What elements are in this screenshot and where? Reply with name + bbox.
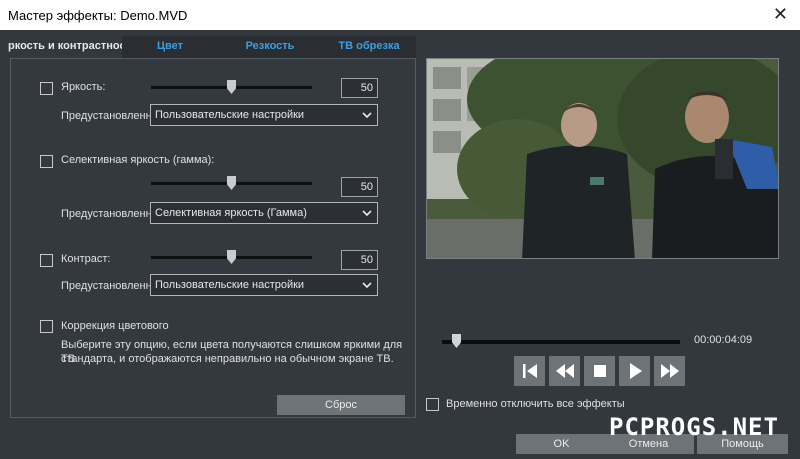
brightness-preset-label: Предустановленна xyxy=(61,110,158,122)
chevron-down-icon xyxy=(362,275,372,295)
color-correction-label: Коррекция цветового xyxy=(61,320,169,332)
brightness-slider[interactable] xyxy=(151,79,312,95)
slider-thumb[interactable] xyxy=(227,176,236,190)
dialog-body: ркость и контрастнос Цвет Резкость ТВ об… xyxy=(0,30,800,459)
brightness-label: Яркость: xyxy=(61,81,106,93)
timeline-thumb[interactable] xyxy=(452,334,461,348)
disable-effects-label: Временно отключить все эффекты xyxy=(446,398,625,410)
stop-button[interactable] xyxy=(584,356,615,386)
brightness-preset-select[interactable]: Пользовательские настройки xyxy=(150,104,378,126)
gamma-label: Селективная яркость (гамма): xyxy=(61,154,215,166)
contrast-value-field[interactable]: 50 xyxy=(341,250,378,270)
slider-thumb[interactable] xyxy=(227,250,236,264)
gamma-checkbox[interactable] xyxy=(40,155,53,168)
tab-strip: ркость и контрастнос Цвет Резкость ТВ об… xyxy=(0,36,416,58)
chevron-down-icon xyxy=(362,203,372,223)
stop-icon xyxy=(593,365,606,377)
fast-forward-icon xyxy=(660,364,679,378)
gamma-slider[interactable] xyxy=(151,175,312,191)
reset-button[interactable]: Сброс xyxy=(277,395,405,415)
title-bar: Мастер эффекты: Demo.MVD ✕ xyxy=(0,0,800,30)
contrast-checkbox[interactable] xyxy=(40,254,53,267)
gamma-preset-select[interactable]: Селективная яркость (Гамма) xyxy=(150,202,378,224)
contrast-preset-select[interactable]: Пользовательские настройки xyxy=(150,274,378,296)
watermark-text: PCPROGS.NET xyxy=(609,413,779,441)
timeline-track xyxy=(442,340,680,344)
play-icon xyxy=(629,363,642,379)
play-button[interactable] xyxy=(619,356,650,386)
color-correction-checkbox[interactable] xyxy=(40,320,53,333)
window-title: Мастер эффекты: Demo.MVD xyxy=(8,8,188,23)
slider-thumb[interactable] xyxy=(227,80,236,94)
contrast-preset-value: Пользовательские настройки xyxy=(155,279,305,291)
gamma-preset-label: Предустановленна xyxy=(61,208,158,220)
contrast-preset-label: Предустановленна xyxy=(61,280,158,292)
contrast-label: Контраст: xyxy=(61,253,111,265)
tab-sharpness[interactable]: Резкость xyxy=(218,36,322,58)
color-correction-description-2: стандарта, и отображаются неправильно на… xyxy=(61,353,394,365)
fast-forward-button[interactable] xyxy=(654,356,685,386)
video-frame-image xyxy=(427,59,778,258)
close-icon[interactable]: ✕ xyxy=(773,4,788,25)
rewind-button[interactable] xyxy=(549,356,580,386)
brightness-value-field[interactable]: 50 xyxy=(341,78,378,98)
skip-to-start-icon xyxy=(522,364,537,378)
chevron-down-icon xyxy=(362,105,372,125)
skip-to-start-button[interactable] xyxy=(514,356,545,386)
rewind-icon xyxy=(555,364,574,378)
gamma-preset-value: Селективная яркость (Гамма) xyxy=(155,207,307,219)
timeline-slider[interactable] xyxy=(442,334,680,348)
disable-effects-checkbox[interactable] xyxy=(426,398,439,411)
contrast-slider[interactable] xyxy=(151,249,312,265)
video-preview xyxy=(426,58,779,259)
tab-brightness-contrast[interactable]: ркость и контрастнос xyxy=(0,36,122,58)
settings-panel: Яркость: 50 Предустановленна Пользовател… xyxy=(10,58,416,418)
gamma-value-field[interactable]: 50 xyxy=(341,177,378,197)
brightness-checkbox[interactable] xyxy=(40,82,53,95)
tab-color[interactable]: Цвет xyxy=(122,36,218,58)
timecode-display: 00:00:04:09 xyxy=(694,334,753,346)
ok-button[interactable]: OK xyxy=(516,434,607,454)
brightness-preset-value: Пользовательские настройки xyxy=(155,109,305,121)
tab-tv-crop[interactable]: ТВ обрезка xyxy=(322,36,416,58)
